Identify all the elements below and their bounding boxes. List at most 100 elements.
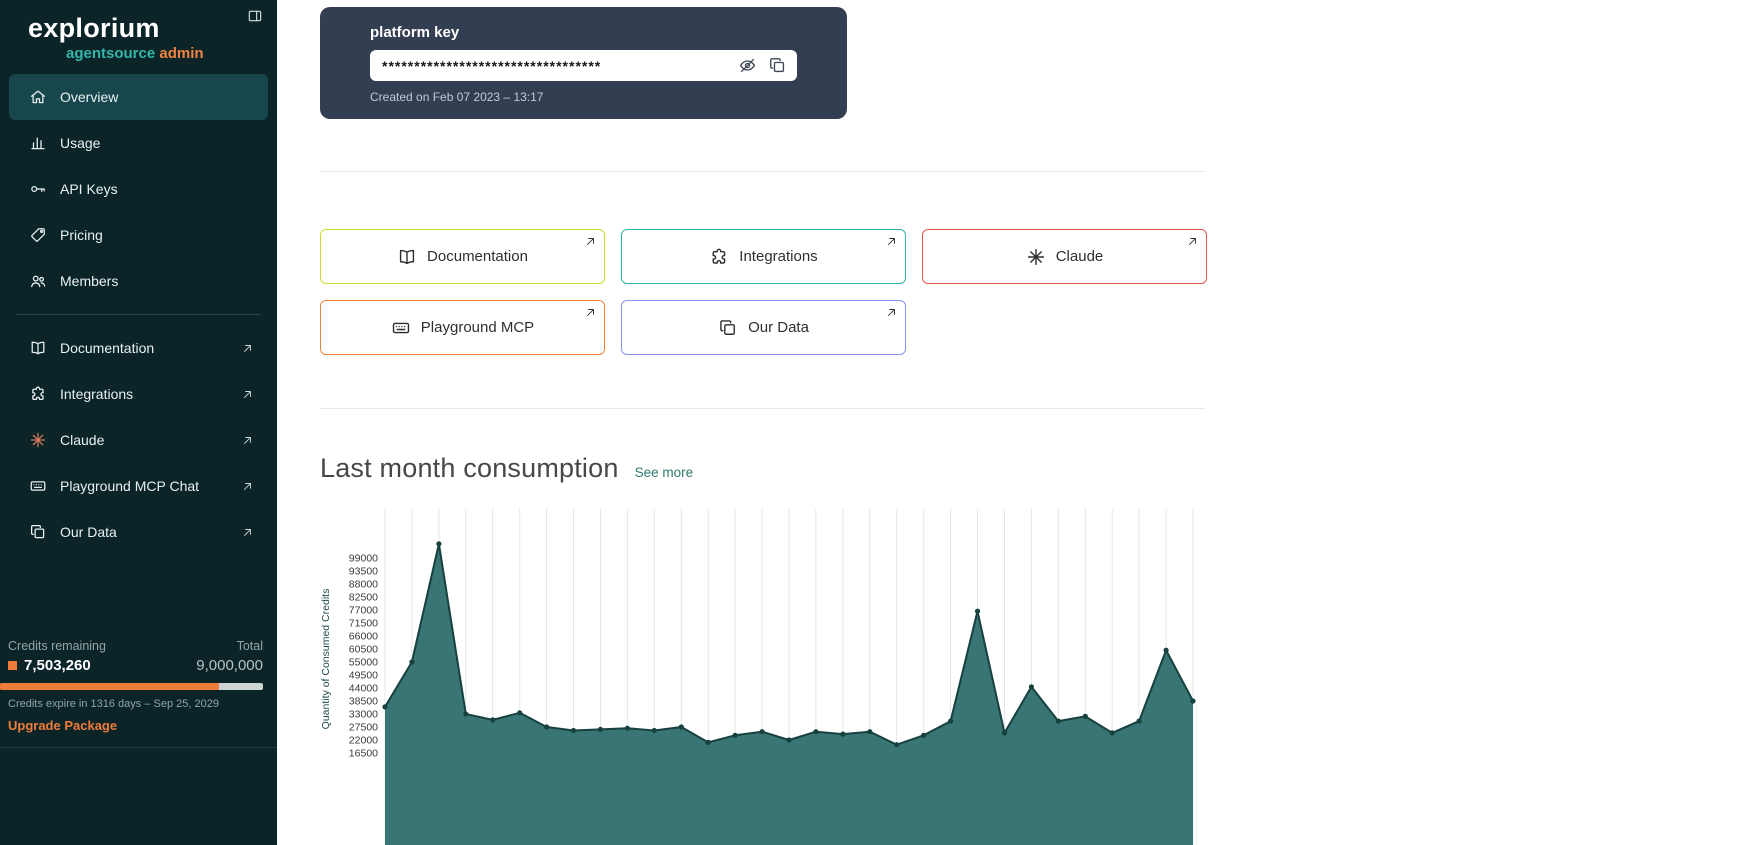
documentation-card[interactable]: Documentation xyxy=(320,229,605,284)
eye-off-icon[interactable] xyxy=(738,56,757,75)
external-link-icon xyxy=(241,388,254,401)
divider xyxy=(320,171,1205,172)
logo-subtitle: agentsource admin xyxy=(66,45,277,62)
keyboard-icon xyxy=(391,318,411,338)
claude-icon xyxy=(1026,247,1046,267)
consumption-title: Last month consumption xyxy=(320,453,619,484)
credits-remaining-value: 7,503,260 xyxy=(8,657,91,674)
puzzle-icon xyxy=(29,385,47,403)
logo: explorium agentsource admin xyxy=(0,0,277,74)
svg-text:16500: 16500 xyxy=(349,748,378,760)
main-content: platform key ***************************… xyxy=(277,0,1757,845)
svg-text:82500: 82500 xyxy=(349,592,378,604)
sidebar-item-label: Members xyxy=(60,273,118,289)
arrow-up-right-icon xyxy=(885,306,898,319)
card-label: Integrations xyxy=(739,248,817,265)
copy-icon xyxy=(29,523,47,541)
svg-text:49500: 49500 xyxy=(349,670,378,682)
credits-progress-bar xyxy=(0,683,263,690)
orange-square-icon xyxy=(8,661,17,670)
tag-icon xyxy=(29,226,47,244)
arrow-up-right-icon xyxy=(584,235,597,248)
sidebar-item-playground-mcp-chat[interactable]: Playground MCP Chat xyxy=(9,463,268,509)
card-label: Documentation xyxy=(427,248,528,265)
svg-text:93500: 93500 xyxy=(349,566,378,578)
sidebar-item-label: Integrations xyxy=(60,386,133,402)
sidebar-item-usage[interactable]: Usage xyxy=(9,120,268,166)
platform-key-input[interactable]: ********************************** xyxy=(370,50,797,81)
logo-product: agentsource xyxy=(66,45,155,62)
svg-text:99000: 99000 xyxy=(349,553,378,565)
consumption-chart: 9900093500880008250077000715006600060500… xyxy=(318,509,1203,845)
sidebar-item-label: Playground MCP Chat xyxy=(60,478,199,494)
logo-brand: explorium xyxy=(28,13,277,44)
primary-nav: Overview Usage API Keys Pricing Members xyxy=(0,74,277,304)
svg-text:Quantity of Consumed Credits: Quantity of Consumed Credits xyxy=(320,589,332,730)
sidebar-item-members[interactable]: Members xyxy=(9,258,268,304)
integrations-card[interactable]: Integrations xyxy=(621,229,906,284)
svg-text:77000: 77000 xyxy=(349,605,378,617)
bar-chart-icon xyxy=(29,134,47,152)
sidebar-item-label: Documentation xyxy=(60,340,154,356)
sidebar-item-overview[interactable]: Overview xyxy=(9,74,268,120)
external-link-icon xyxy=(241,434,254,447)
sidebar-item-integrations[interactable]: Integrations xyxy=(9,371,268,417)
sidebar-item-api-keys[interactable]: API Keys xyxy=(9,166,268,212)
sidebar-item-label: Claude xyxy=(60,432,104,448)
svg-text:33000: 33000 xyxy=(349,709,378,721)
sidebar-bottom-spacer xyxy=(0,748,277,845)
sidebar-item-label: Overview xyxy=(60,89,118,105)
platform-key-card: platform key ***************************… xyxy=(320,7,847,119)
credits-summary: Credits remaining Total 7,503,260 9,000,… xyxy=(0,639,277,735)
arrow-up-right-icon xyxy=(584,306,597,319)
puzzle-icon xyxy=(709,247,729,267)
svg-text:71500: 71500 xyxy=(349,618,378,630)
card-label: Playground MCP xyxy=(421,319,534,336)
platform-key-created-text: Created on Feb 07 2023 – 13:17 xyxy=(370,90,797,104)
home-icon xyxy=(29,88,47,106)
svg-text:55000: 55000 xyxy=(349,657,378,669)
card-label: Claude xyxy=(1056,248,1104,265)
copy-icon[interactable] xyxy=(768,56,787,75)
sidebar-item-our-data[interactable]: Our Data xyxy=(9,509,268,555)
svg-text:27500: 27500 xyxy=(349,722,378,734)
upgrade-package-link[interactable]: Upgrade Package xyxy=(8,718,117,733)
svg-text:66000: 66000 xyxy=(349,631,378,643)
copy-icon xyxy=(718,318,738,338)
credits-total-label: Total xyxy=(237,639,263,653)
credits-remaining-label: Credits remaining xyxy=(8,639,106,653)
our-data-card[interactable]: Our Data xyxy=(621,300,906,355)
logo-mode: admin xyxy=(159,45,203,62)
sidebar-item-documentation[interactable]: Documentation xyxy=(9,325,268,371)
sidebar-item-label: Usage xyxy=(60,135,100,151)
book-icon xyxy=(397,247,417,267)
sidebar-item-pricing[interactable]: Pricing xyxy=(9,212,268,258)
see-more-link[interactable]: See more xyxy=(635,465,694,480)
keyboard-icon xyxy=(29,477,47,495)
svg-text:38500: 38500 xyxy=(349,696,378,708)
sidebar-divider xyxy=(16,314,261,315)
card-label: Our Data xyxy=(748,319,809,336)
sidebar-item-label: Pricing xyxy=(60,227,103,243)
divider xyxy=(320,408,1205,409)
sidebar: explorium agentsource admin Overview Usa… xyxy=(0,0,277,845)
claude-card[interactable]: Claude xyxy=(922,229,1207,284)
platform-key-title: platform key xyxy=(370,24,797,41)
external-link-icon xyxy=(241,342,254,355)
svg-text:88000: 88000 xyxy=(349,579,378,591)
svg-text:22000: 22000 xyxy=(349,735,378,747)
external-link-icon xyxy=(241,526,254,539)
sidebar-item-claude[interactable]: Claude xyxy=(9,417,268,463)
sidebar-item-label: Our Data xyxy=(60,524,117,540)
book-icon xyxy=(29,339,47,357)
key-icon xyxy=(29,180,47,198)
svg-text:44000: 44000 xyxy=(349,683,378,695)
quick-links-grid: Documentation Integrations Claude Playgr… xyxy=(320,229,1207,355)
collapse-sidebar-icon[interactable] xyxy=(245,6,265,29)
credits-progress-fill xyxy=(0,683,219,690)
consumption-header: Last month consumption See more xyxy=(320,453,1757,484)
credits-total-value: 9,000,000 xyxy=(196,657,263,674)
external-nav: Documentation Integrations Claude Playgr… xyxy=(0,325,277,555)
playground-mcp-card[interactable]: Playground MCP xyxy=(320,300,605,355)
sidebar-item-label: API Keys xyxy=(60,181,118,197)
